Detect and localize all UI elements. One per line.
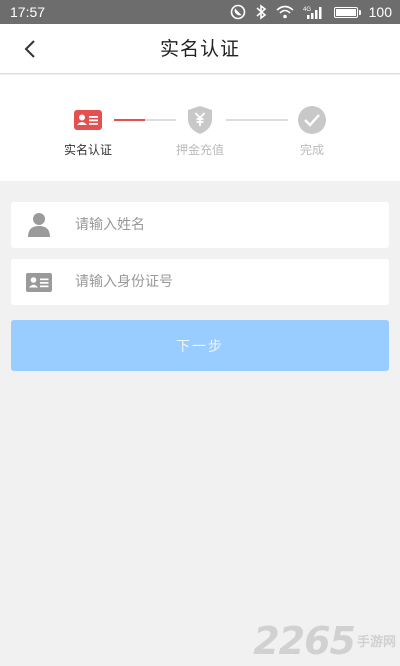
next-step-button[interactable]: 下一步 [11, 320, 389, 371]
watermark-suffix: 手游网 [356, 635, 396, 650]
page-title: 实名认证 [159, 38, 240, 60]
chevron-left-icon [24, 40, 35, 58]
status-time: 17:57 [10, 4, 46, 20]
name-field [11, 202, 389, 248]
step-realname: 实名认证 [53, 105, 123, 158]
step-complete: 完成 [277, 105, 347, 158]
back-button[interactable] [14, 34, 46, 64]
id-number-field [11, 259, 389, 305]
id-number-input[interactable] [75, 274, 389, 290]
battery-percent: 100 [368, 4, 392, 20]
status-bar: 17:57 4G 100 [0, 0, 400, 24]
person-icon [11, 212, 67, 238]
battery-level [335, 8, 356, 16]
nav-bar: 实名认证 [0, 24, 400, 74]
id-card-icon [11, 272, 67, 292]
shield-yen-icon [185, 105, 215, 135]
step-label: 押金充值 [175, 143, 224, 157]
wifi-icon [276, 5, 294, 19]
step-label: 完成 [299, 143, 324, 157]
id-card-icon [73, 105, 103, 135]
check-circle-icon [297, 105, 327, 135]
watermark-number: 2265 [253, 619, 356, 663]
bluetooth-icon [255, 4, 267, 20]
step-indicator: 实名认证 押金充值 完成 [0, 75, 400, 181]
step-label: 实名认证 [63, 143, 112, 157]
status-icons: 4G 100 [230, 4, 392, 20]
name-input[interactable] [75, 217, 389, 233]
cellular-signal-icon: 4G [303, 5, 325, 19]
watermark-logo: 2265 手游网 [253, 622, 396, 660]
battery-icon [333, 6, 361, 18]
do-not-disturb-icon [230, 4, 246, 20]
signal-label: 4G [303, 7, 311, 13]
step-deposit: 押金充值 [165, 105, 235, 158]
